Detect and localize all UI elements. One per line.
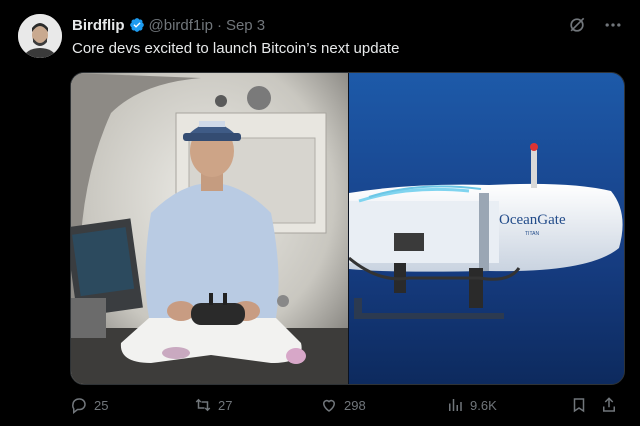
reply-count: 25 [94,397,109,413]
avatar-image [18,14,62,58]
repost-icon [195,398,211,412]
share-button[interactable] [600,396,618,414]
sub-logo-subtext: TITAN [525,231,539,237]
top-actions [566,14,624,36]
tweet-card[interactable]: Birdflip @birdf1ip · Sep 3 Core devs exc… [0,0,640,426]
reply-icon [72,398,86,414]
tweet-text: Core devs excited to launch Bitcoin’s ne… [72,40,400,57]
repost-count: 27 [218,397,233,413]
views-count: 9.6K [470,397,497,413]
bookmark-button[interactable] [570,396,588,414]
author-name[interactable]: Birdflip [72,17,125,34]
more-icon[interactable] [602,14,624,36]
share-icon [603,397,615,412]
tweet-date[interactable]: Sep 3 [226,17,265,34]
like-count: 298 [344,397,366,413]
repost-button[interactable]: 27 [194,396,232,414]
separator-dot: · [216,16,222,34]
grok-icon[interactable] [566,14,588,36]
avatar[interactable] [18,14,62,58]
bookmark-icon [573,398,585,413]
man-with-controller-illustration [71,73,348,384]
views-icon [449,399,462,411]
tweet-header: Birdflip @birdf1ip · Sep 3 [72,14,265,36]
heart-icon [322,399,336,412]
tweet-actions: 25 27 298 9.6K [70,396,623,420]
views-button[interactable]: 9.6K [446,396,497,414]
like-button[interactable]: 298 [320,396,366,414]
sub-logo-text: OceanGate [499,212,566,228]
media-image-right[interactable]: OceanGate TITAN [348,73,624,384]
author-handle[interactable]: @birdf1ip [149,17,213,34]
tweet-media[interactable]: OceanGate TITAN [70,72,625,385]
reply-button[interactable]: 25 [70,396,108,414]
verified-badge-icon [129,17,145,33]
media-image-left[interactable] [71,73,348,384]
submersible-illustration: OceanGate TITAN [349,73,624,384]
